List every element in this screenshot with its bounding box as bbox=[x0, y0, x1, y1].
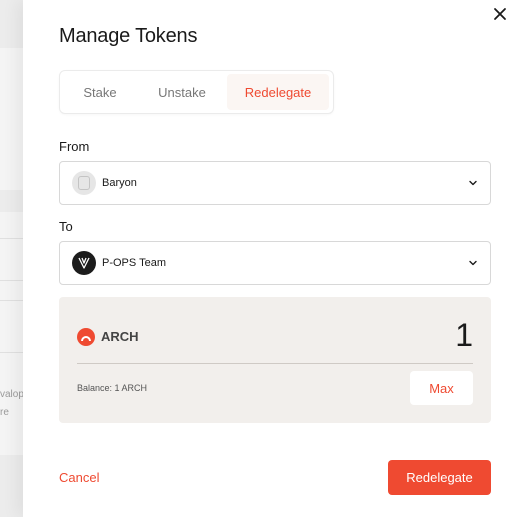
from-label: From bbox=[59, 139, 90, 154]
amount-divider bbox=[77, 363, 473, 364]
baryon-avatar bbox=[72, 171, 96, 195]
background-divider bbox=[0, 280, 24, 281]
background-divider bbox=[0, 300, 24, 301]
chevron-down-icon bbox=[468, 178, 478, 188]
pops-avatar bbox=[72, 251, 96, 275]
max-button[interactable]: Max bbox=[410, 371, 473, 405]
close-button[interactable] bbox=[492, 6, 508, 22]
redelegate-button[interactable]: Redelegate bbox=[388, 460, 491, 495]
from-validator-select[interactable]: Baryon bbox=[59, 161, 491, 205]
background-page-block bbox=[0, 455, 24, 517]
close-icon bbox=[494, 8, 506, 20]
to-validator-select[interactable]: P-OPS Team bbox=[59, 241, 491, 285]
tab-stake[interactable]: Stake bbox=[63, 74, 137, 110]
tab-redelegate[interactable]: Redelegate bbox=[227, 74, 329, 110]
tab-unstake[interactable]: Unstake bbox=[137, 74, 227, 110]
from-validator-value: Baryon bbox=[102, 177, 137, 189]
background-text: valop bbox=[0, 389, 24, 400]
arch-token-icon bbox=[77, 328, 95, 346]
background-divider bbox=[0, 238, 24, 239]
balance-text: Balance: 1 ARCH bbox=[77, 383, 148, 393]
to-label: To bbox=[59, 219, 73, 234]
to-validator-value: P-OPS Team bbox=[102, 257, 166, 269]
background-page-block bbox=[0, 0, 24, 48]
chevron-down-icon bbox=[468, 258, 478, 268]
token-name: ARCH bbox=[101, 329, 139, 344]
action-tabs: Stake Unstake Redelegate bbox=[59, 70, 334, 114]
background-text: re bbox=[0, 407, 9, 418]
manage-tokens-drawer: Manage Tokens Stake Unstake Redelegate F… bbox=[23, 0, 526, 517]
modal-title: Manage Tokens bbox=[59, 25, 198, 47]
background-page-block bbox=[0, 190, 24, 212]
cancel-button[interactable]: Cancel bbox=[59, 470, 99, 485]
amount-card: ARCH 1 Balance: 1 ARCH Max bbox=[59, 297, 491, 423]
amount-input[interactable]: 1 bbox=[323, 317, 473, 354]
background-divider bbox=[0, 352, 24, 353]
